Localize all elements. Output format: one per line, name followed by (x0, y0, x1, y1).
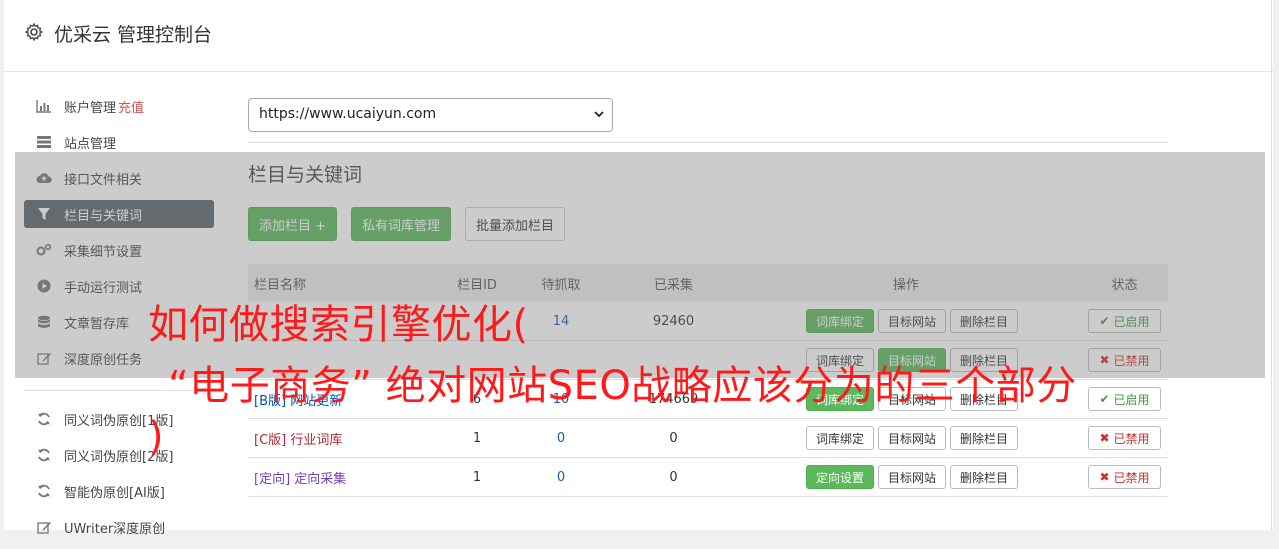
status-toggle[interactable]: ✖ 已禁用 (1088, 465, 1161, 489)
status-cell: ✖ 已禁用 (1081, 426, 1168, 450)
app-title: 优采云 管理控制台 (54, 24, 213, 46)
chevron-down-icon (594, 111, 604, 118)
site-select-value: https://www.ucaiyun.com (259, 106, 437, 122)
edit-icon (36, 519, 52, 535)
sidebar-item-label: 账户管理 (64, 100, 117, 116)
divider (248, 142, 1168, 143)
bind-lexicon-button[interactable]: 词库绑定 (806, 426, 875, 450)
table-row: [C版] 行业词库 1 0 0 词库绑定 目标网站 删除栏目 ✖ 已禁用 (248, 419, 1168, 458)
header: 优采云 管理控制台 (4, 0, 1273, 72)
sidebar-item-synonym-v2[interactable]: 同义词伪原创[2版] (24, 441, 214, 469)
pending-count[interactable]: 0 (506, 431, 616, 446)
column-name[interactable]: [C版] 行业词库 (248, 429, 448, 448)
table-row: [定向] 定向采集 1 0 0 定向设置 目标网站 删除栏目 ✖ 已禁用 (248, 458, 1168, 497)
sidebar-item-account[interactable]: 账户管理 充值 (24, 92, 214, 120)
site-select[interactable]: https://www.ucaiyun.com (248, 98, 613, 132)
status-cell: ✔ 已启用 (1081, 387, 1168, 411)
directed-settings-button[interactable]: 定向设置 (806, 465, 875, 489)
sidebar-item-uwriter[interactable]: UWriter深度原创 (24, 513, 214, 541)
column-id: 1 (472, 469, 482, 485)
column-name[interactable]: [定向] 定向采集 (248, 468, 448, 487)
status-cell: ✖ 已禁用 (1081, 465, 1168, 489)
sidebar-item-label: UWriter深度原创 (64, 521, 166, 537)
refresh-icon (36, 483, 52, 499)
close-icon: ✖ (1099, 470, 1110, 484)
target-site-button[interactable]: 目标网站 (878, 465, 947, 489)
column-id: 1 (472, 430, 482, 446)
right-border (1271, 0, 1272, 530)
target-site-button[interactable]: 目标网站 (878, 426, 947, 450)
bar-chart-icon (36, 98, 52, 114)
pending-count[interactable]: 0 (506, 470, 616, 485)
sidebar-item-label: 站点管理 (64, 136, 117, 152)
watermark-line-3: ) (148, 414, 165, 460)
collected-count: 0 (669, 469, 678, 485)
server-icon (36, 134, 52, 150)
collected-count: 0 (669, 430, 678, 446)
status-toggle[interactable]: ✖ 已禁用 (1088, 426, 1161, 450)
refresh-icon (36, 447, 52, 463)
row-actions: 词库绑定 目标网站 删除栏目 (731, 426, 1081, 450)
sidebar-item-label: 智能伪原创[AI版] (64, 485, 165, 501)
refresh-icon (36, 411, 52, 427)
check-icon: ✔ (1099, 392, 1110, 406)
gear-icon (24, 22, 44, 42)
watermark-line-1: 如何做搜索引擎优化( (148, 302, 529, 348)
watermark-line-2: “电子商务” 绝对网站SEO战略应该分为的三个部分 (168, 363, 1077, 409)
delete-column-button[interactable]: 删除栏目 (950, 426, 1019, 450)
status-toggle[interactable]: ✔ 已启用 (1088, 387, 1161, 411)
close-icon: ✖ (1099, 431, 1110, 445)
recharge-link[interactable]: 充值 (118, 97, 144, 116)
row-actions: 定向设置 目标网站 删除栏目 (731, 465, 1081, 489)
delete-column-button[interactable]: 删除栏目 (950, 465, 1019, 489)
sidebar-item-ai-rewrite[interactable]: 智能伪原创[AI版] (24, 477, 214, 505)
